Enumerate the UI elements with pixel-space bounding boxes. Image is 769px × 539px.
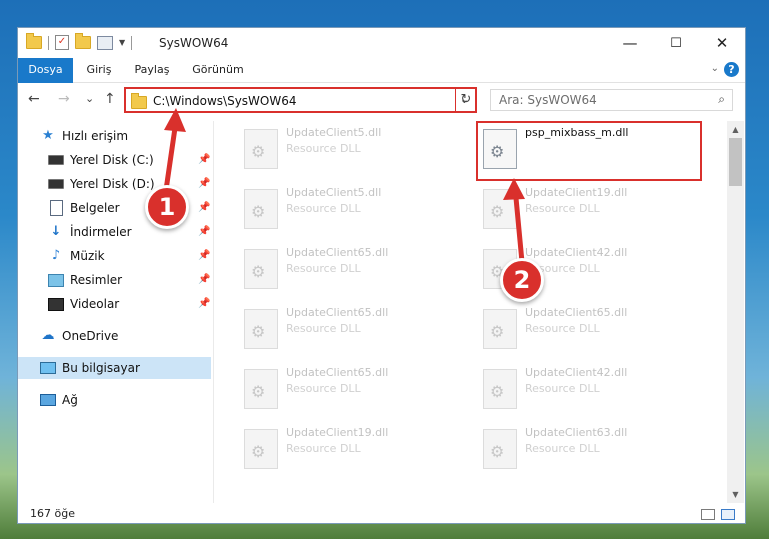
callout-badge-1: 1 [145, 185, 189, 229]
callout-arrow-2 [503, 178, 525, 263]
callout-arrow-1 [163, 108, 186, 191]
callout-badge-2: 2 [500, 258, 544, 302]
callout-arrows [163, 108, 525, 263]
